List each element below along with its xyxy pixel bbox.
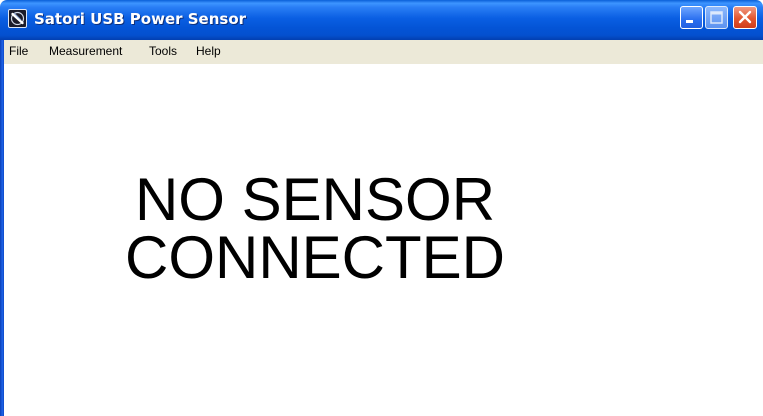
app-window: Satori USB Power Sensor File Measurement… <box>0 0 763 416</box>
window-title: Satori USB Power Sensor <box>34 10 247 28</box>
sensor-status-message: NO SENSOR CONNECTED <box>105 166 525 291</box>
menu-file[interactable]: File <box>9 44 28 58</box>
menu-help[interactable]: Help <box>196 44 221 58</box>
main-content: NO SENSOR CONNECTED <box>4 64 763 416</box>
title-bar[interactable]: Satori USB Power Sensor <box>0 0 763 40</box>
maximize-icon <box>710 11 723 24</box>
minimize-icon <box>686 20 693 23</box>
close-icon <box>738 10 752 24</box>
satori-app-icon[interactable] <box>8 9 27 28</box>
menu-tools[interactable]: Tools <box>149 44 177 58</box>
maximize-button[interactable] <box>705 6 728 29</box>
minimize-button[interactable] <box>680 6 703 29</box>
status-line-2: CONNECTED <box>124 224 505 291</box>
menu-measurement[interactable]: Measurement <box>49 44 122 58</box>
menu-bar: File Measurement Tools Help <box>4 40 763 64</box>
close-button[interactable] <box>733 6 757 29</box>
status-line-1: NO SENSOR <box>134 166 496 233</box>
